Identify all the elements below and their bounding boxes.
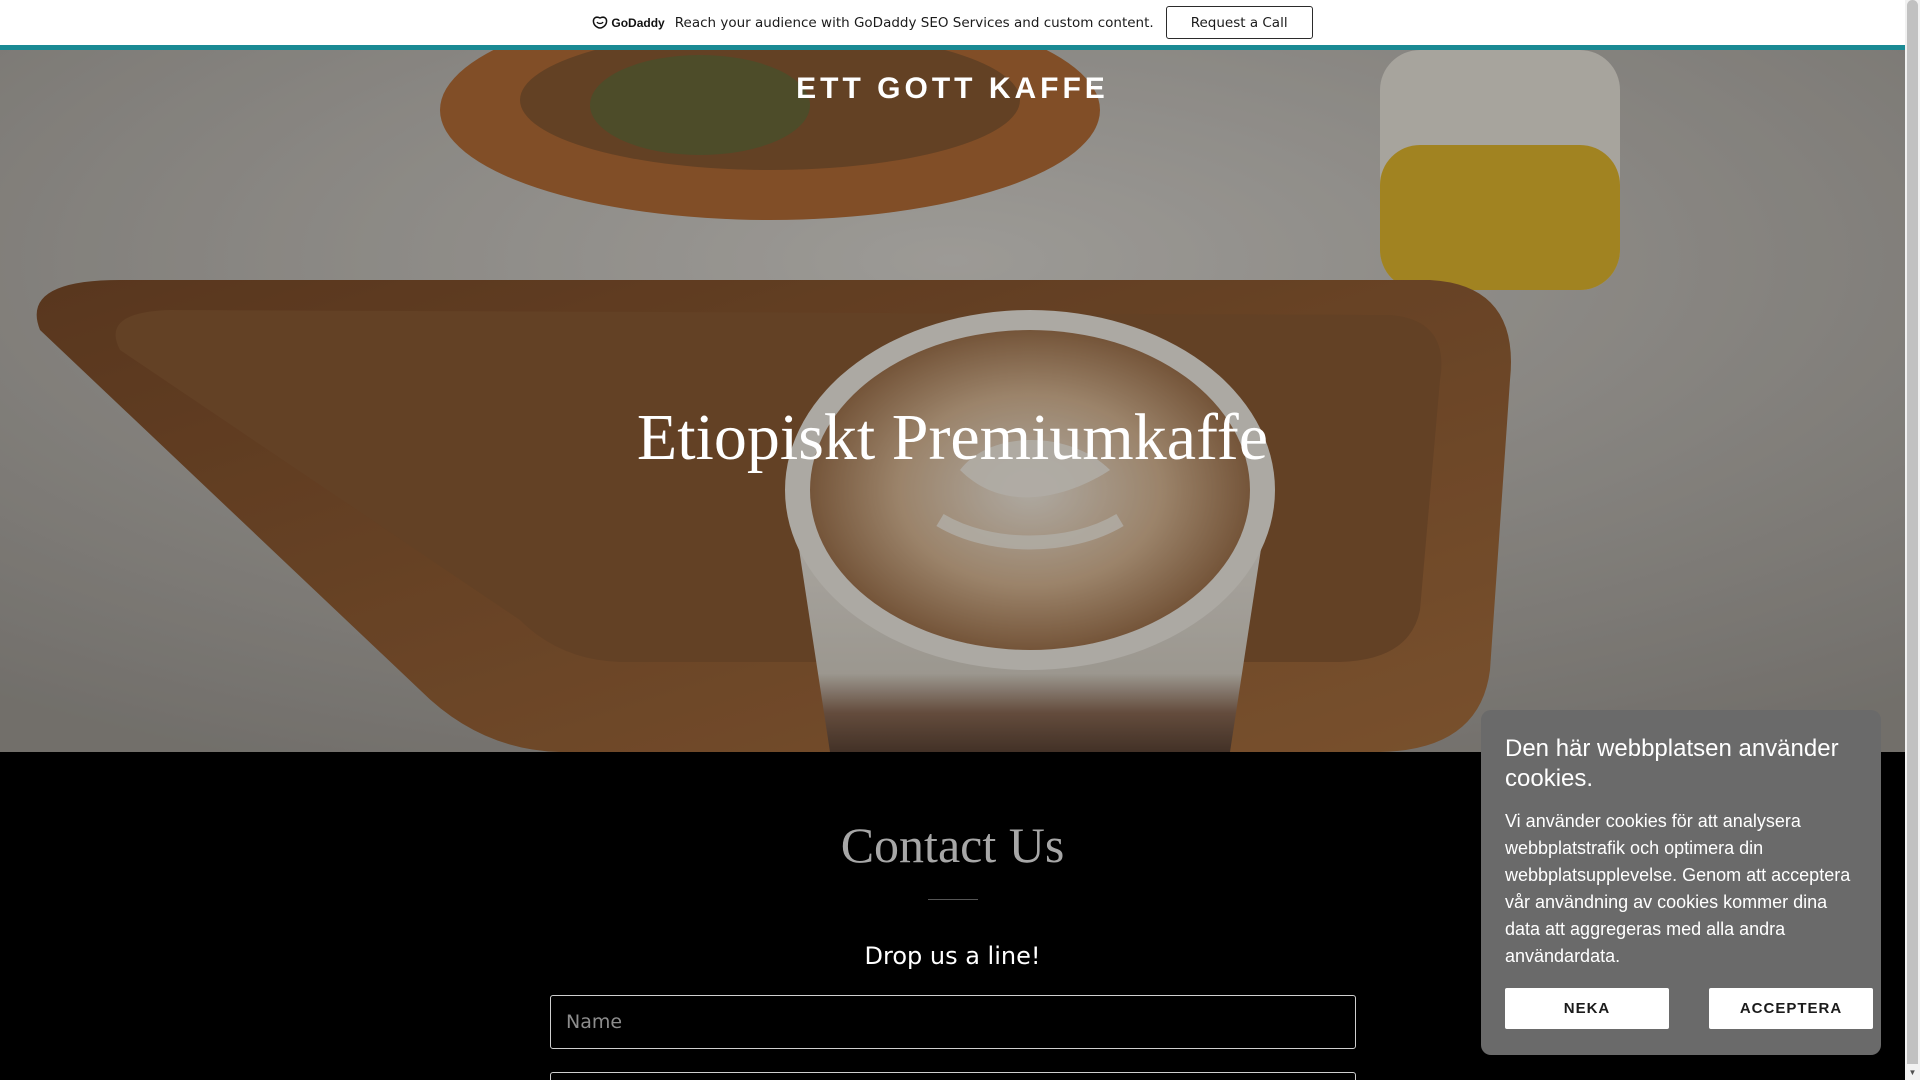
- site-title[interactable]: ETT GOTT KAFFE: [0, 72, 1905, 106]
- page-scrollbar[interactable]: ▼: [1905, 0, 1920, 1080]
- hero-section: ETT GOTT KAFFE Etiopiskt Premiumkaffe: [0, 50, 1905, 752]
- scroll-down-arrow-icon[interactable]: ▼: [1905, 1064, 1920, 1080]
- hero-heading: Etiopiskt Premiumkaffe: [636, 401, 1269, 474]
- cookie-buttons: NEKA ACCEPTERA: [1505, 988, 1873, 1029]
- cookie-consent-dialog: Den här webbplatsen använder cookies. Vi…: [1481, 710, 1881, 1055]
- scrollbar-thumb[interactable]: [1907, 0, 1918, 1080]
- promo-message: Reach your audience with GoDaddy SEO Ser…: [674, 14, 1154, 31]
- accept-cookies-button[interactable]: ACCEPTERA: [1709, 988, 1873, 1029]
- decline-cookies-button[interactable]: NEKA: [1505, 988, 1669, 1029]
- cookie-body: Vi använder cookies för att analysera we…: [1505, 811, 1851, 966]
- promo-bar: GoDaddy Reach your audience with GoDaddy…: [0, 0, 1905, 50]
- request-call-button[interactable]: Request a Call: [1165, 6, 1313, 39]
- contact-divider: [928, 899, 978, 900]
- cookie-title: Den här webbplatsen använder cookies.: [1505, 735, 1839, 792]
- next-form-field[interactable]: [550, 1072, 1356, 1080]
- godaddy-logo-text: GoDaddy: [611, 15, 665, 30]
- godaddy-logo: GoDaddy: [592, 15, 665, 30]
- godaddy-logo-icon: [593, 15, 608, 29]
- name-input[interactable]: Name: [550, 995, 1356, 1049]
